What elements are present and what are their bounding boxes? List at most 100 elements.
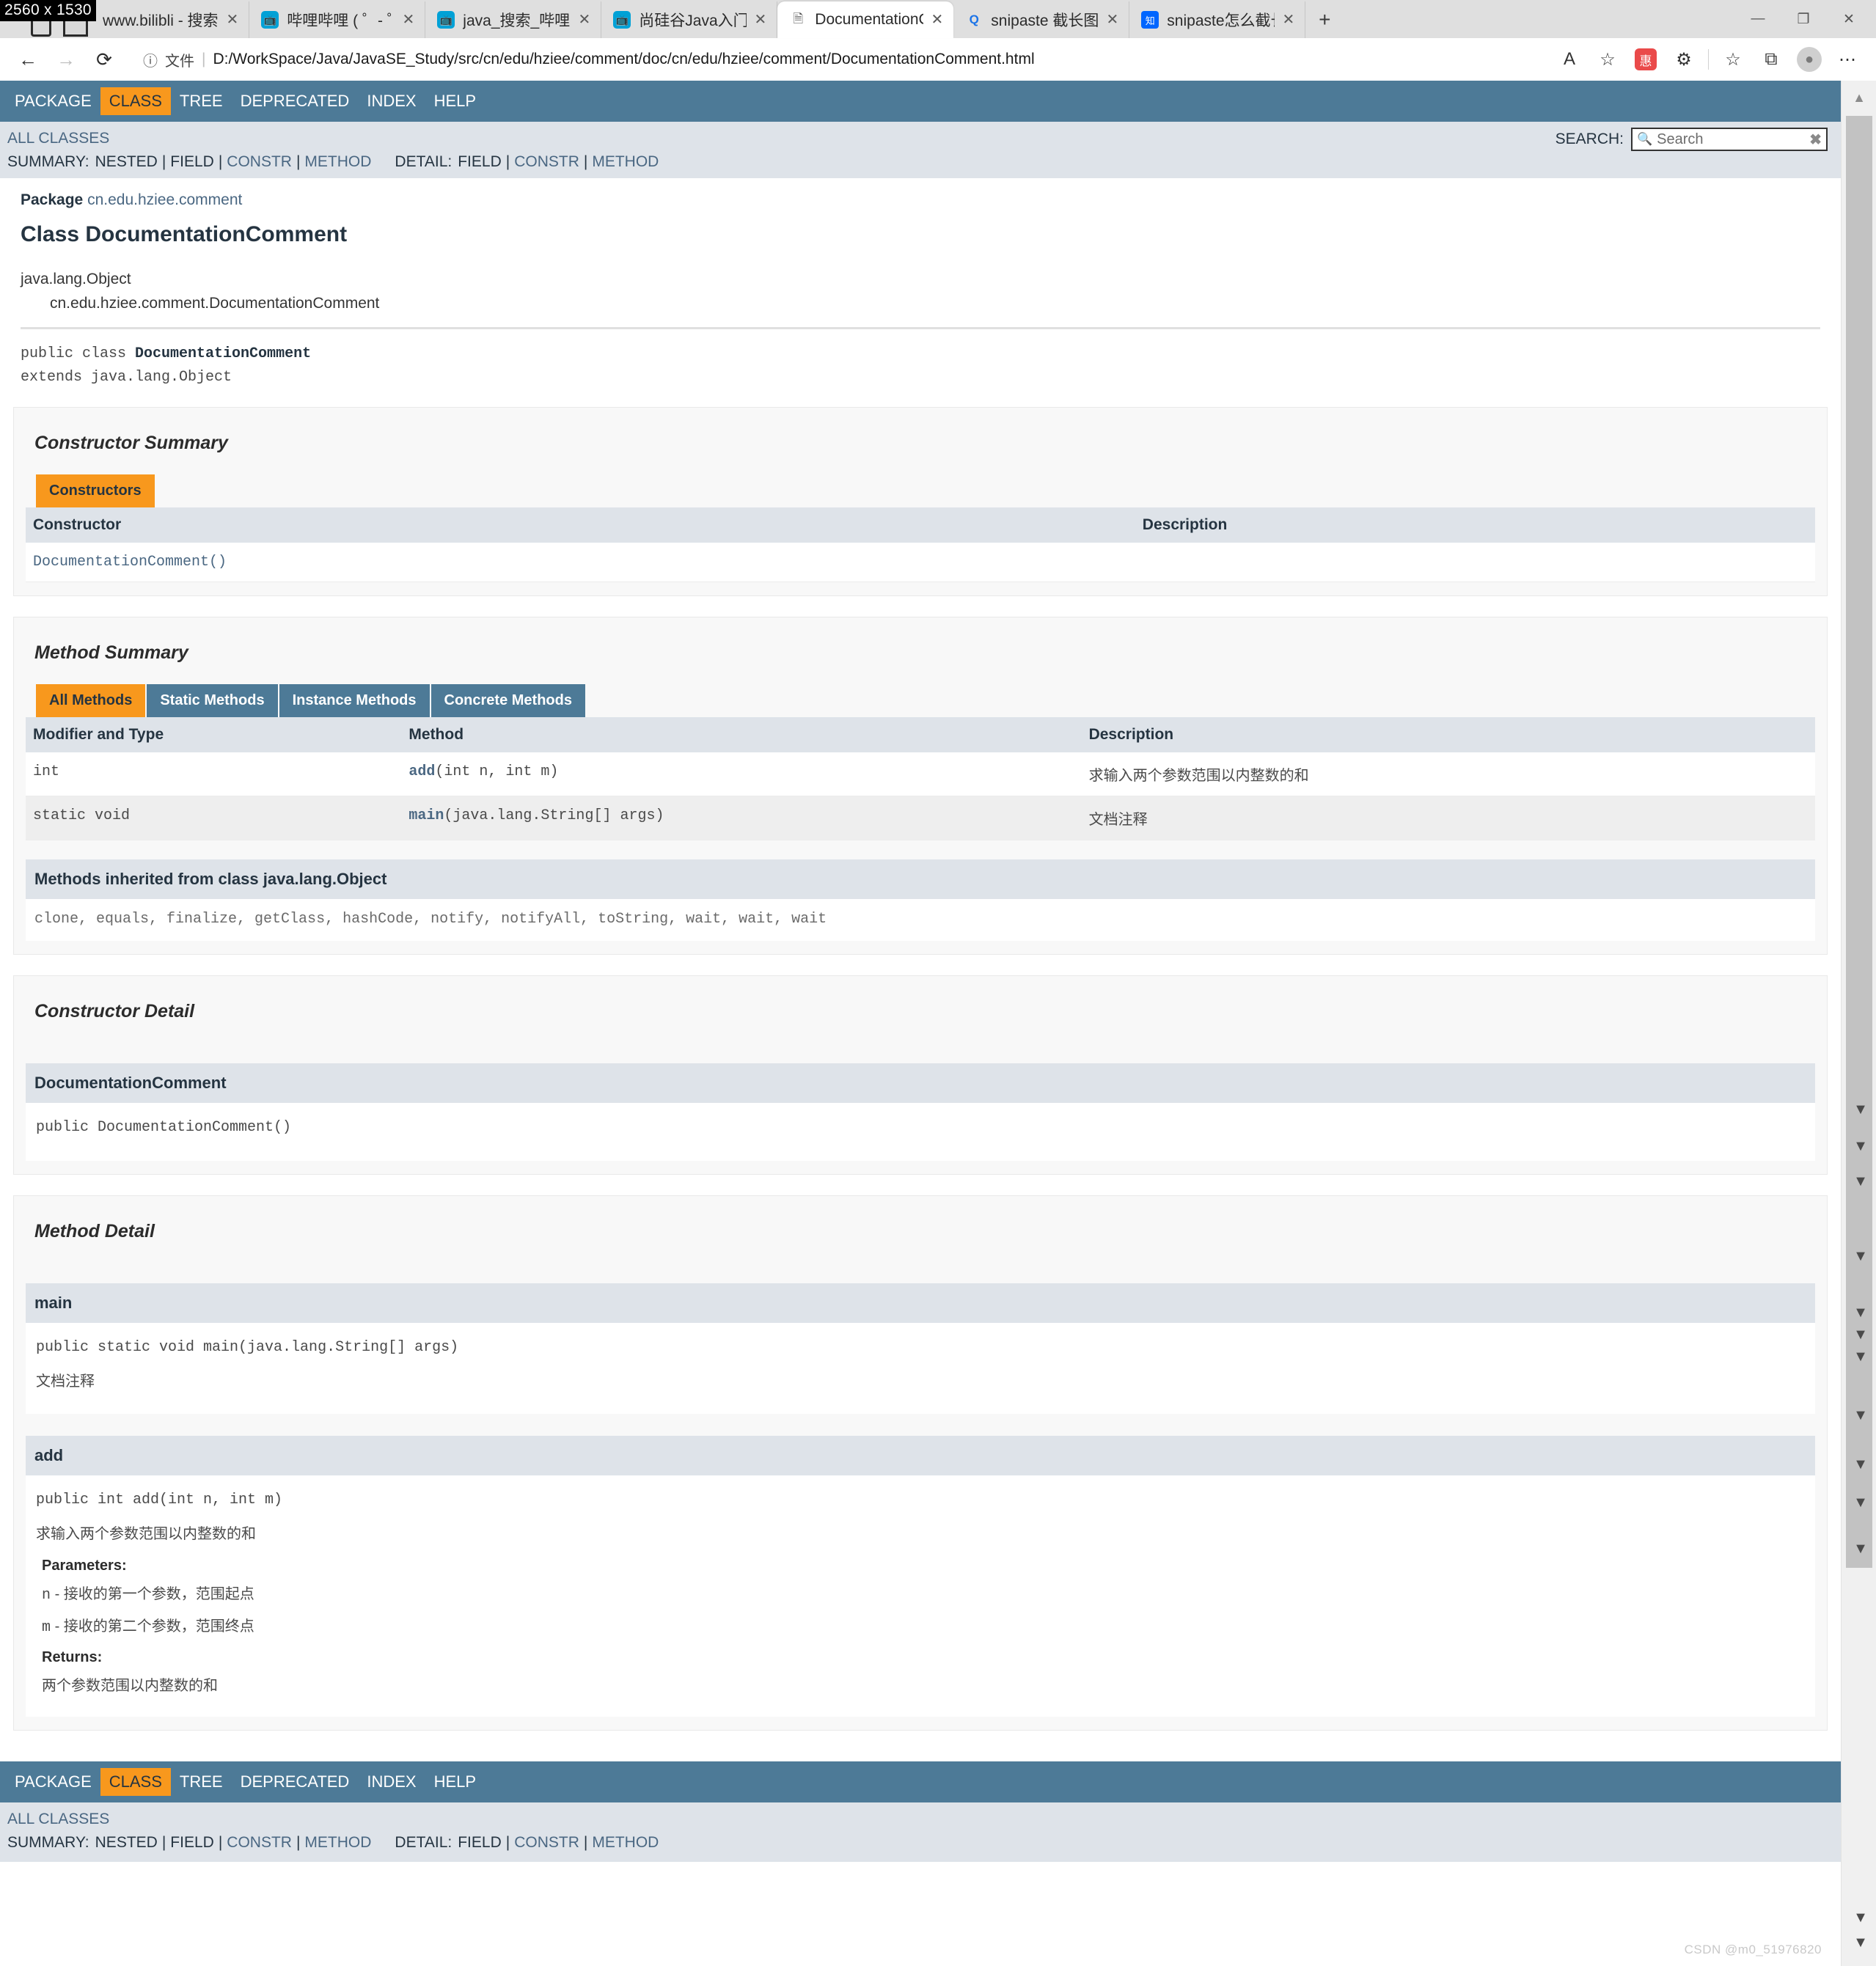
method-link[interactable]: main [408, 807, 444, 824]
constructor-detail-body: public DocumentationComment() [26, 1103, 1815, 1161]
returns-value: 两个参数范围以内整数的和 [36, 1669, 1805, 1701]
minimize-button[interactable]: — [1735, 0, 1781, 38]
close-window-button[interactable]: ✕ [1826, 0, 1872, 38]
bottom-all-classes-link[interactable]: ALL CLASSES [7, 1807, 1833, 1834]
new-tab-button[interactable]: + [1305, 1, 1344, 38]
tab-close-icon[interactable]: ✕ [403, 12, 415, 27]
browser-tab-4-active[interactable]: 🗎 DocumentationComment ✕ [777, 1, 953, 38]
browser-tab-2[interactable]: 📺 java_搜索_哔哩哔哩-bilibili ✕ [425, 1, 601, 38]
add-favorite-icon[interactable]: ☆ [1589, 42, 1626, 77]
summary-method[interactable]: METHOD [304, 153, 371, 171]
method-summary-table: Modifier and Type Method Description int… [26, 717, 1815, 840]
back-button[interactable]: ← [10, 42, 45, 77]
tab-title: java_搜索_哔哩哔哩-bilibili [463, 9, 570, 31]
collections-icon[interactable]: ☆ [1715, 42, 1751, 77]
tab-title: snipaste怎么截长图? - 知 [1167, 9, 1274, 31]
scroll-marker-icon: ▼ [1851, 1937, 1870, 1949]
summary-constr[interactable]: CONSTR [227, 1834, 292, 1852]
browser-tab-6[interactable]: 知 snipaste怎么截长图? - 知 ✕ [1129, 1, 1305, 38]
forward-button[interactable]: → [48, 42, 84, 77]
tab-close-icon[interactable]: ✕ [579, 12, 591, 27]
scroll-marker-icon: ▼ [1851, 1176, 1870, 1188]
split-screen-icon[interactable]: ⧉ [1753, 42, 1789, 77]
class-header: Package cn.edu.hziee.comment Class Docum… [13, 178, 1828, 389]
bottom-nav-item-class[interactable]: CLASS [100, 1768, 171, 1796]
maximize-button[interactable]: ❐ [1781, 0, 1826, 38]
method-detail-section: Method Detail main public static void ma… [13, 1195, 1828, 1731]
method-detail-body-add: public int add(int n, int m) 求输入两个参数范围以内… [26, 1475, 1815, 1717]
method-description: 求输入两个参数范围以内整数的和 [36, 1517, 1805, 1550]
clear-search-icon[interactable]: ✖ [1809, 131, 1822, 149]
constructor-summary-table: Constructor Description DocumentationCom… [26, 507, 1815, 582]
nav-item-index[interactable]: INDEX [358, 87, 425, 115]
tab-close-icon[interactable]: ✕ [1107, 12, 1119, 27]
extensions-icon[interactable]: ⚙ [1666, 42, 1702, 77]
settings-and-more-icon[interactable]: ⋯ [1829, 42, 1866, 77]
bottom-nav-item-deprecated[interactable]: DEPRECATED [232, 1768, 359, 1796]
tab-constructors[interactable]: Constructors [36, 474, 156, 507]
bottom-nav-item-help[interactable]: HELP [425, 1768, 485, 1796]
bottom-nav-item-tree[interactable]: TREE [171, 1768, 232, 1796]
nav-item-package[interactable]: PACKAGE [6, 87, 100, 115]
browser-tab-5[interactable]: Q snipaste 截长图 - 搜索 ✕ [953, 1, 1129, 38]
method-detail-title: Method Detail [26, 1208, 1815, 1263]
nav-item-deprecated[interactable]: DEPRECATED [232, 87, 359, 115]
summary-nested: NESTED [89, 1834, 158, 1852]
javadoc-bottom-sub-nav: ALL CLASSES SUMMARY: NESTED | FIELD | CO… [0, 1802, 1841, 1862]
summary-method[interactable]: METHOD [304, 1834, 371, 1852]
detail-label: DETAIL: [395, 1834, 452, 1852]
description-cell: 文档注释 [1082, 796, 1815, 840]
method-detail-name-add: add [26, 1436, 1815, 1475]
address-bar[interactable]: ⓘ 文件 | D:/WorkSpace/Java/JavaSE_Study/sr… [132, 43, 1548, 76]
tab-title: DocumentationComment [815, 11, 923, 29]
bottom-nav-item-package[interactable]: PACKAGE [6, 1768, 100, 1796]
description-cell [1135, 543, 1815, 582]
nav-item-tree[interactable]: TREE [171, 87, 232, 115]
browser-tab-3[interactable]: 📺 尚硅谷Java入门视频教程(在 ✕ [601, 1, 777, 38]
method-link[interactable]: add [408, 763, 435, 780]
site-info-icon[interactable]: ⓘ [143, 49, 158, 70]
summary-constr[interactable]: CONSTR [227, 153, 292, 171]
scroll-marker-icon: ▼ [1851, 1141, 1870, 1153]
scroll-up-arrow-icon[interactable]: ▲ [1842, 81, 1876, 114]
nav-item-help[interactable]: HELP [425, 87, 485, 115]
parameters-label: Parameters: [36, 1550, 1805, 1577]
browser-tab-1[interactable]: 📺 哔哩哔哩 ( ゜- ゜)つロ 干杯 ✕ [249, 1, 425, 38]
vertical-scrollbar[interactable]: ▲ ▼ ▼ ▼ ▼ ▼ ▼ ▼ ▼ ▼ ▼ ▼ ▼ ▼ [1841, 81, 1876, 1966]
scroll-marker-icon: ▼ [1851, 1104, 1870, 1116]
package-name-link[interactable]: cn.edu.hziee.comment [87, 191, 242, 208]
search-label: SEARCH: [1556, 131, 1624, 148]
tab-close-icon[interactable]: ✕ [1283, 12, 1295, 27]
detail-method[interactable]: METHOD [592, 153, 659, 171]
tab-instance-methods[interactable]: Instance Methods [279, 684, 431, 717]
method-cell: add(int n, int m) [401, 752, 1081, 796]
signature-extends: extends java.lang.Object [21, 366, 1820, 389]
bottom-nav-item-index[interactable]: INDEX [358, 1768, 425, 1796]
javadoc-bottom-nav-wrap: PACKAGE CLASS TREE DEPRECATED INDEX HELP… [0, 1761, 1841, 1862]
detail-method[interactable]: METHOD [592, 1834, 659, 1852]
read-aloud-icon[interactable]: A [1551, 42, 1588, 77]
tab-close-icon[interactable]: ✕ [227, 12, 239, 27]
signature-modifier: public class [21, 345, 135, 362]
tab-strip: 2560 x 1530 www.bilibli - 搜索 ✕ 📺 哔哩哔哩 ( … [0, 0, 1876, 38]
divider [21, 327, 1820, 329]
col-description: Description [1082, 717, 1815, 752]
search-input[interactable]: 🔍 Search ✖ [1631, 128, 1828, 151]
constructor-link[interactable]: DocumentationComment() [33, 554, 227, 571]
scroll-marker-icon: ▼ [1851, 1351, 1870, 1363]
tab-all-methods[interactable]: All Methods [36, 684, 147, 717]
profile-avatar-icon[interactable]: ● [1791, 42, 1828, 77]
extension-badge-icon[interactable]: 惠 [1627, 42, 1664, 77]
tab-close-icon[interactable]: ✕ [755, 12, 767, 27]
nav-item-class[interactable]: CLASS [100, 87, 171, 115]
detail-constr[interactable]: CONSTR [514, 153, 579, 171]
reload-button[interactable]: ⟳ [87, 42, 122, 77]
method-description: 文档注释 [36, 1365, 1805, 1398]
modifier-cell: static void [26, 796, 401, 840]
zhihu-icon: 知 [1141, 11, 1159, 29]
parameter-item: n - 接收的第一个参数，范围起点 [36, 1577, 1805, 1610]
tab-close-icon[interactable]: ✕ [931, 12, 944, 27]
tab-static-methods[interactable]: Static Methods [147, 684, 279, 717]
detail-constr[interactable]: CONSTR [514, 1834, 579, 1852]
tab-concrete-methods[interactable]: Concrete Methods [431, 684, 587, 717]
